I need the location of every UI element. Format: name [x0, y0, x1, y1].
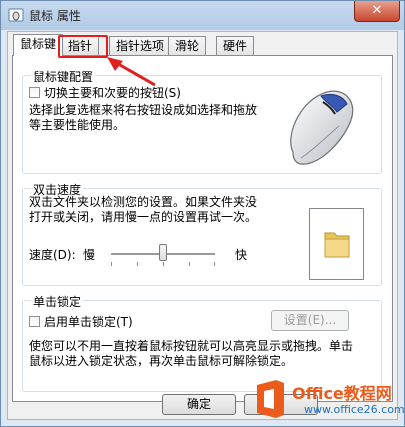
- click-lock-checkbox[interactable]: [29, 316, 40, 327]
- switch-buttons-checkbox[interactable]: [29, 87, 40, 98]
- tab-panel-mouse-buttons: 鼠标键配置 切换主要和次要的按钮(S) 选择此复选框来将右按钮设成如选择和拖放 …: [12, 55, 393, 402]
- click-lock-label[interactable]: 启用单击锁定(T): [44, 313, 133, 330]
- window-title: 鼠标 属性: [29, 9, 81, 23]
- tab-wheel[interactable]: 滑轮: [168, 36, 207, 55]
- button-config-group: 鼠标键配置 切换主要和次要的按钮(S) 选择此复选框来将右按钮设成如选择和拖放 …: [22, 68, 382, 174]
- test-folder-box[interactable]: [309, 208, 364, 280]
- office-logo-icon: [257, 380, 284, 418]
- click-lock-desc-line2: 鼠标以进入锁定状态，再次单击鼠标可解除锁定。: [29, 354, 294, 368]
- tab-mouse-buttons[interactable]: 鼠标键: [13, 34, 64, 56]
- click-lock-settings-button[interactable]: 设置(E)...: [271, 310, 349, 331]
- slider-tick: [189, 262, 190, 266]
- pointer-annotation-arrow-icon: [107, 57, 156, 87]
- tab-hardware[interactable]: 硬件: [216, 36, 255, 55]
- click-lock-title: 单击锁定: [31, 293, 84, 310]
- double-click-desc-line1: 双击文件夹以检测您的设置。如果文件夹没: [29, 195, 258, 209]
- button-config-desc-line2: 等主要性能使用。: [29, 118, 126, 132]
- slider-tick: [214, 262, 215, 266]
- office-watermark: Office教程网 www.office26.com: [254, 379, 405, 426]
- double-click-desc-line2: 打开或关闭，请用慢一点的设置再试一次。: [29, 210, 258, 224]
- title-bar[interactable]: 鼠标 属性 ✕: [1, 1, 404, 30]
- fast-label: 快: [235, 248, 248, 262]
- button-config-desc-line1: 选择此复选框来将右按钮设成如选择和拖放: [29, 103, 258, 117]
- double-click-group: 双击速度 双击文件夹以检测您的设置。如果文件夹没 打开或关闭，请用慢一点的设置再…: [22, 181, 382, 286]
- speed-slider-thumb[interactable]: [159, 244, 167, 261]
- slider-tick: [163, 262, 164, 266]
- mouse-image-icon: [290, 90, 354, 165]
- ok-button[interactable]: 确定: [162, 394, 236, 415]
- dialog-client-area: 鼠标键 指针 指针选项 滑轮 硬件 鼠标键配置 切换主要和次要的按钮(S) 选择…: [7, 31, 398, 420]
- speed-label: 速度(D):: [29, 248, 76, 262]
- close-button[interactable]: ✕: [354, 1, 400, 22]
- slider-tick: [111, 262, 112, 266]
- mouse-app-icon: [8, 8, 24, 22]
- button-config-title: 鼠标键配置: [31, 68, 96, 85]
- slow-label: 慢: [83, 248, 96, 262]
- click-lock-desc-line1: 使您可以不用一直按着鼠标按钮就可以高亮显示或拖拽。单击: [29, 339, 354, 353]
- slider-tick: [137, 262, 138, 266]
- watermark-brand: Office教程网: [292, 384, 392, 403]
- mouse-properties-window: 鼠标 属性 ✕ 鼠标键 指针 指针选项 滑轮 硬件 鼠标键配置 切换主要和次要的…: [0, 0, 405, 427]
- folder-icon[interactable]: [322, 227, 352, 261]
- watermark-url: www.office26.com: [304, 403, 405, 416]
